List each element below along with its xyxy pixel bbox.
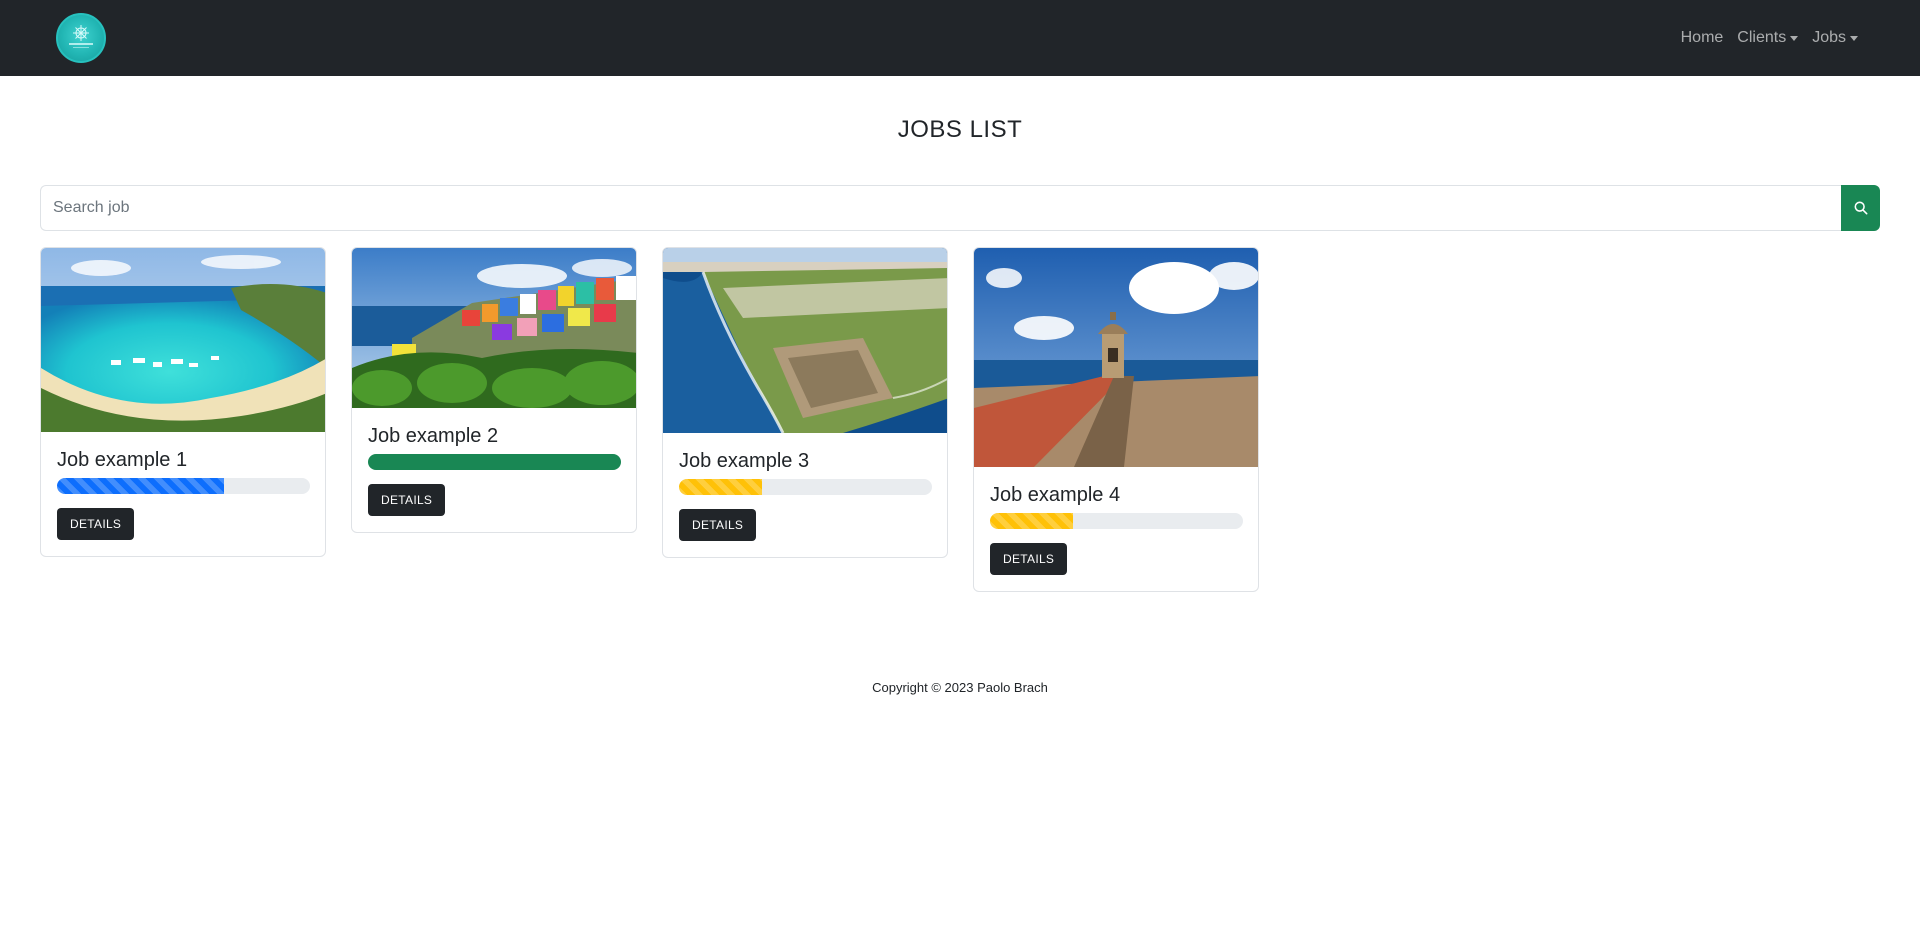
details-button[interactable]: DETAILS bbox=[679, 509, 757, 541]
nav-link-jobs[interactable]: Jobs bbox=[1812, 29, 1858, 47]
footer-copyright: Copyright © 2023 Paolo Brach bbox=[872, 680, 1048, 695]
search-bar bbox=[40, 185, 1880, 231]
search-icon bbox=[1854, 201, 1867, 215]
job-image-beach bbox=[41, 248, 325, 432]
job-card-body: Job example 3 DETAILS bbox=[663, 433, 947, 557]
job-progress-bar bbox=[679, 479, 763, 495]
job-card: Job example 2 DETAILS bbox=[351, 247, 637, 533]
job-image-sentry-box bbox=[974, 248, 1258, 467]
job-progress bbox=[679, 479, 932, 495]
details-button[interactable]: DETAILS bbox=[57, 508, 135, 540]
job-title: Job example 3 bbox=[679, 450, 810, 472]
job-card: Job example 1 DETAILS bbox=[40, 247, 326, 557]
company-logo-icon[interactable] bbox=[56, 13, 106, 63]
nav-link-clients[interactable]: Clients bbox=[1737, 29, 1799, 47]
nav-links: Home Clients Jobs bbox=[1681, 0, 1858, 76]
job-card: Job example 4 DETAILS bbox=[973, 247, 1259, 592]
job-progress-bar bbox=[368, 454, 621, 470]
job-card-body: Job example 4 DETAILS bbox=[974, 467, 1258, 591]
nav-link-home[interactable]: Home bbox=[1681, 29, 1724, 47]
nav-link-jobs-label: Jobs bbox=[1812, 29, 1846, 46]
job-progress-bar bbox=[990, 513, 1074, 529]
job-title: Job example 4 bbox=[990, 484, 1121, 506]
job-card-body: Job example 1 DETAILS bbox=[41, 432, 325, 556]
job-cards: Job example 1 DETAILS Job example 2 DETA… bbox=[40, 247, 1259, 592]
details-button[interactable]: DETAILS bbox=[990, 543, 1068, 575]
chevron-down-icon bbox=[1850, 35, 1858, 41]
job-image-fort bbox=[663, 248, 947, 433]
job-progress bbox=[990, 513, 1243, 529]
nav-link-clients-label: Clients bbox=[1737, 29, 1787, 46]
job-title: Job example 2 bbox=[368, 425, 499, 447]
job-card: Job example 3 DETAILS bbox=[662, 247, 948, 558]
nav-link-home-label: Home bbox=[1680, 29, 1724, 46]
search-input[interactable] bbox=[40, 185, 1841, 231]
job-progress bbox=[57, 478, 310, 494]
job-image-houses bbox=[352, 248, 636, 408]
job-card-body: Job example 2 DETAILS bbox=[352, 408, 636, 532]
page-title: JOBS LIST bbox=[897, 116, 1023, 143]
details-button[interactable]: DETAILS bbox=[368, 484, 446, 516]
chevron-down-icon bbox=[1790, 35, 1799, 41]
navbar: Home Clients Jobs bbox=[0, 0, 1920, 76]
job-title: Job example 1 bbox=[57, 449, 188, 471]
job-progress-bar bbox=[57, 478, 224, 494]
search-button[interactable] bbox=[1841, 185, 1880, 231]
job-progress bbox=[368, 454, 621, 470]
